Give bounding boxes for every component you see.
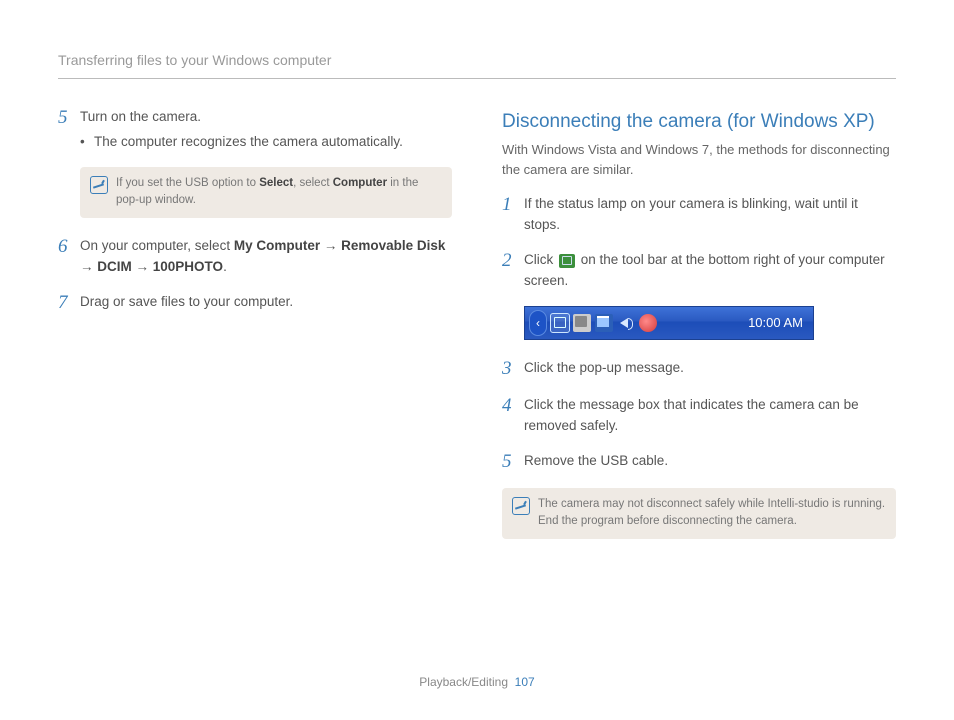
step-body: If the status lamp on your camera is bli… [524, 194, 896, 236]
r-step-5: 5 Remove the USB cable. [502, 451, 896, 474]
step-number: 7 [58, 292, 80, 315]
note-text: If you set the USB option to Select, sel… [116, 175, 442, 211]
path-100photo: 100PHOTO [153, 259, 223, 274]
t: On your computer, select [80, 238, 234, 253]
step-number: 1 [502, 194, 524, 236]
footer-section: Playback/Editing [419, 675, 508, 689]
step-body: Turn on the camera. • The computer recog… [80, 107, 452, 153]
note-bold-computer: Computer [333, 177, 387, 189]
taskbar-expand-icon: ‹ [529, 310, 547, 336]
page-footer: Playback/Editing 107 [0, 673, 954, 692]
step-body: Click on the tool bar at the bottom righ… [524, 250, 896, 292]
tray-network-icon [595, 314, 613, 332]
bullet-dot: • [80, 132, 94, 153]
path-dcim: DCIM [97, 259, 132, 274]
path-removable: Removable Disk [341, 238, 445, 253]
section-title-disconnect: Disconnecting the camera (for Windows XP… [502, 107, 896, 136]
right-column: Disconnecting the camera (for Windows XP… [502, 107, 896, 557]
section-subtitle: With Windows Vista and Windows 7, the me… [502, 140, 896, 180]
taskbar-clock: 10:00 AM [738, 313, 813, 333]
step-number: 5 [58, 107, 80, 153]
step-5: 5 Turn on the camera. • The computer rec… [58, 107, 452, 153]
r-step-2: 2 Click on the tool bar at the bottom ri… [502, 250, 896, 292]
taskbar-screenshot: ‹ 10:00 AM [524, 306, 814, 340]
left-column: 5 Turn on the camera. • The computer rec… [58, 107, 452, 557]
note-icon [512, 497, 530, 515]
step-title: Turn on the camera. [80, 107, 452, 128]
step-5-bullet: • The computer recognizes the camera aut… [80, 132, 452, 153]
step-7: 7 Drag or save files to your computer. [58, 292, 452, 315]
t: Click [524, 252, 557, 267]
step-body: Click the message box that indicates the… [524, 395, 896, 437]
step-body: Click the pop-up message. [524, 358, 896, 381]
note-box-usb: If you set the USB option to Select, sel… [80, 167, 452, 219]
r-step-3: 3 Click the pop-up message. [502, 358, 896, 381]
tray-volume-icon [617, 314, 635, 332]
safely-remove-icon [559, 254, 575, 268]
step-body: Drag or save files to your computer. [80, 292, 452, 315]
footer-page-number: 107 [515, 675, 535, 689]
note-bold-select: Select [259, 177, 293, 189]
t: on the tool bar at the bottom right of y… [524, 252, 885, 288]
note-icon [90, 176, 108, 194]
content-columns: 5 Turn on the camera. • The computer rec… [58, 107, 896, 557]
note-pre: If you set the USB option to [116, 177, 259, 189]
arrow: → [320, 238, 341, 253]
note-text: The camera may not disconnect safely whi… [538, 496, 886, 532]
arrow: → [80, 259, 97, 274]
step-number: 4 [502, 395, 524, 437]
bullet-text: The computer recognizes the camera autom… [94, 132, 403, 153]
step-number: 3 [502, 358, 524, 381]
r-step-4: 4 Click the message box that indicates t… [502, 395, 896, 437]
tray-alert-icon [639, 314, 657, 332]
step-number: 2 [502, 250, 524, 292]
r-step-1: 1 If the status lamp on your camera is b… [502, 194, 896, 236]
t: . [223, 259, 227, 274]
page-header: Transferring files to your Windows compu… [58, 50, 896, 79]
step-number: 6 [58, 236, 80, 278]
tray-safely-remove-icon [551, 314, 569, 332]
path-mycomputer: My Computer [234, 238, 320, 253]
step-body: Remove the USB cable. [524, 451, 896, 474]
arrow: → [132, 259, 153, 274]
note-mid: , select [293, 177, 333, 189]
tray-icon [573, 314, 591, 332]
step-number: 5 [502, 451, 524, 474]
note-box-intelli: The camera may not disconnect safely whi… [502, 488, 896, 540]
step-6: 6 On your computer, select My Computer →… [58, 236, 452, 278]
step-body: On your computer, select My Computer → R… [80, 236, 452, 278]
